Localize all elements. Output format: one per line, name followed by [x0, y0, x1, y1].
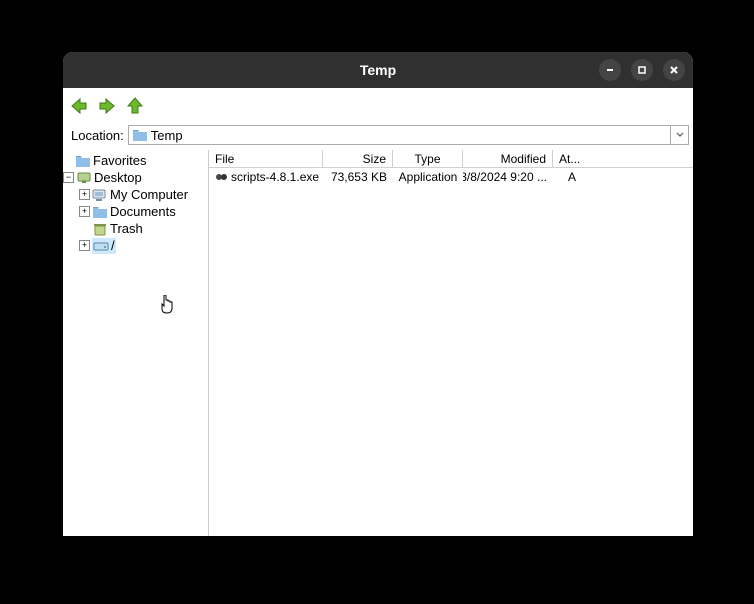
minimize-icon	[605, 65, 615, 75]
maximize-icon	[637, 65, 647, 75]
column-header-type[interactable]: Type	[393, 150, 463, 167]
column-header-modified[interactable]: Modified	[463, 150, 553, 167]
cell-size: 73,653 KB	[323, 168, 393, 185]
location-dropdown-button[interactable]	[671, 125, 689, 145]
expand-button[interactable]: +	[79, 240, 90, 251]
collapse-button[interactable]: −	[63, 172, 74, 183]
column-header-file[interactable]: File	[209, 150, 323, 167]
folder-tree: Favorites − Desktop + My Computer + Docu…	[63, 150, 209, 536]
tree-label: Trash	[110, 221, 143, 236]
exe-icon	[215, 171, 229, 183]
file-row[interactable]: scripts-4.8.1.exe 73,653 KB Application …	[209, 168, 693, 185]
tree-item-trash[interactable]: Trash	[63, 220, 208, 237]
trash-icon	[92, 222, 108, 236]
back-button[interactable]	[69, 96, 89, 116]
nav-toolbar	[63, 88, 693, 124]
titlebar: Temp	[63, 52, 693, 88]
column-header-size[interactable]: Size	[323, 150, 393, 167]
cell-type: Application	[393, 168, 463, 185]
body: Favorites − Desktop + My Computer + Docu…	[63, 150, 693, 536]
close-button[interactable]	[663, 59, 685, 81]
expand-button[interactable]: +	[79, 189, 90, 200]
desktop-icon	[76, 171, 92, 185]
cell-file: scripts-4.8.1.exe	[209, 168, 323, 185]
folder-icon	[133, 129, 147, 141]
tree-label: My Computer	[110, 187, 188, 202]
maximize-button[interactable]	[631, 59, 653, 81]
chevron-down-icon	[676, 132, 684, 138]
folder-icon	[92, 205, 108, 219]
tree-item-favorites[interactable]: Favorites	[63, 152, 208, 169]
column-header-attributes[interactable]: At...	[553, 150, 591, 167]
drive-icon	[93, 239, 109, 253]
cell-attr: A	[553, 168, 591, 185]
window-controls	[599, 59, 685, 81]
expand-button[interactable]: +	[79, 206, 90, 217]
computer-icon	[92, 188, 108, 202]
tree-item-mycomputer[interactable]: + My Computer	[63, 186, 208, 203]
location-input[interactable]: Temp	[128, 125, 671, 145]
window-title: Temp	[360, 62, 396, 78]
tree-item-drive[interactable]: + /	[63, 237, 208, 254]
tree-item-desktop[interactable]: − Desktop	[63, 169, 208, 186]
tree-label: Documents	[110, 204, 176, 219]
folder-icon	[75, 154, 91, 168]
tree-label: Desktop	[94, 170, 142, 185]
location-bar: Location: Temp	[67, 124, 689, 146]
tree-label: /	[111, 238, 115, 253]
up-button[interactable]	[125, 96, 145, 116]
forward-button[interactable]	[97, 96, 117, 116]
tree-label: Favorites	[93, 153, 146, 168]
cell-modified: 3/8/2024 9:20 ...	[463, 168, 553, 185]
location-value: Temp	[151, 128, 183, 143]
file-manager-window: Temp Location: Tem	[63, 52, 693, 536]
file-list: File Size Type Modified At... scripts-4.…	[209, 150, 693, 536]
list-header: File Size Type Modified At...	[209, 150, 693, 168]
tree-item-documents[interactable]: + Documents	[63, 203, 208, 220]
location-label: Location:	[67, 128, 128, 143]
close-icon	[669, 65, 679, 75]
minimize-button[interactable]	[599, 59, 621, 81]
